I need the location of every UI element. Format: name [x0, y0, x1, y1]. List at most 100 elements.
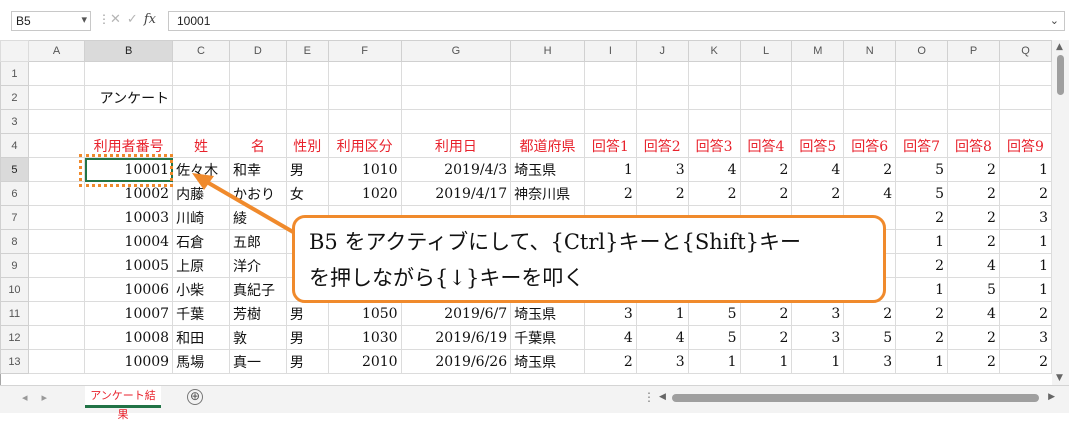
- cell[interactable]: 1020: [327, 181, 402, 206]
- cell[interactable]: 2: [947, 157, 1000, 182]
- cell[interactable]: [895, 61, 949, 86]
- column-header[interactable]: K: [687, 40, 741, 62]
- cell[interactable]: 神奈川県: [510, 181, 585, 206]
- cell[interactable]: [27, 133, 86, 158]
- cell[interactable]: 1: [583, 157, 637, 182]
- row-header[interactable]: 1: [0, 61, 29, 86]
- cell[interactable]: [843, 61, 897, 86]
- cell[interactable]: [84, 109, 174, 134]
- cell[interactable]: 回答1: [583, 133, 637, 158]
- cell[interactable]: [285, 85, 329, 110]
- cell[interactable]: [687, 85, 741, 110]
- cell[interactable]: [27, 253, 86, 278]
- column-header[interactable]: C: [172, 40, 230, 62]
- cell[interactable]: 回答3: [687, 133, 741, 158]
- cell[interactable]: 4: [947, 301, 1000, 326]
- row-header[interactable]: 5: [0, 157, 29, 182]
- cell[interactable]: [635, 109, 689, 134]
- cell[interactable]: [791, 61, 845, 86]
- cell[interactable]: 和幸: [228, 157, 287, 182]
- cell[interactable]: 千葉: [172, 301, 230, 326]
- horizontal-scroll-thumb[interactable]: [672, 394, 1039, 402]
- cell[interactable]: 2: [791, 181, 845, 206]
- cell[interactable]: [687, 109, 741, 134]
- cell[interactable]: [285, 61, 329, 86]
- cell[interactable]: 1: [895, 349, 949, 374]
- cell[interactable]: [947, 85, 1000, 110]
- cell[interactable]: 2: [739, 157, 793, 182]
- cell[interactable]: 2: [998, 301, 1052, 326]
- cell[interactable]: [27, 301, 86, 326]
- row-header[interactable]: 12: [0, 325, 29, 350]
- cell[interactable]: 回答9: [998, 133, 1052, 158]
- cell[interactable]: 2: [895, 325, 949, 350]
- cell[interactable]: [27, 157, 86, 182]
- row-header[interactable]: 8: [0, 229, 29, 254]
- cell[interactable]: かおり: [228, 181, 287, 206]
- cell[interactable]: 和田: [172, 325, 230, 350]
- scroll-left-icon[interactable]: ◀: [659, 392, 666, 402]
- cell[interactable]: 4: [947, 253, 1000, 278]
- sheet-tab-active[interactable]: アンケート結果: [85, 386, 161, 421]
- row-header[interactable]: 10: [0, 277, 29, 302]
- cell[interactable]: 4: [583, 325, 637, 350]
- tab-split-handle-icon[interactable]: ⋮: [643, 390, 655, 404]
- cell[interactable]: 内藤: [172, 181, 230, 206]
- cell[interactable]: [27, 349, 86, 374]
- cell[interactable]: アンケート: [84, 85, 174, 110]
- cell[interactable]: 10005: [84, 253, 174, 278]
- row-header[interactable]: 2: [0, 85, 29, 110]
- scroll-down-icon[interactable]: ▼: [1056, 373, 1063, 383]
- cell[interactable]: 3: [791, 301, 845, 326]
- cell[interactable]: 2: [583, 349, 637, 374]
- cell[interactable]: 10007: [84, 301, 174, 326]
- cell[interactable]: 2019/6/7: [400, 301, 512, 326]
- cell[interactable]: 綾: [228, 205, 287, 230]
- cell[interactable]: [27, 277, 86, 302]
- cell[interactable]: [327, 109, 402, 134]
- cell[interactable]: 2: [998, 349, 1052, 374]
- column-header[interactable]: M: [791, 40, 845, 62]
- cell[interactable]: 1030: [327, 325, 402, 350]
- cell[interactable]: 2: [947, 349, 1000, 374]
- cell[interactable]: 埼玉県: [510, 301, 585, 326]
- column-header[interactable]: N: [843, 40, 897, 62]
- cell[interactable]: 1: [895, 277, 949, 302]
- cell[interactable]: 2: [895, 205, 949, 230]
- column-header[interactable]: J: [635, 40, 689, 62]
- cell[interactable]: 回答6: [843, 133, 897, 158]
- cell[interactable]: 真紀子: [228, 277, 287, 302]
- vertical-scrollbar[interactable]: ▲ ▼: [1052, 40, 1069, 385]
- cell[interactable]: 1: [998, 229, 1052, 254]
- cell[interactable]: 1050: [327, 301, 402, 326]
- cell[interactable]: 佐々木: [172, 157, 230, 182]
- cell[interactable]: 回答8: [947, 133, 1000, 158]
- row-header[interactable]: 11: [0, 301, 29, 326]
- cell[interactable]: 3: [843, 349, 897, 374]
- column-header[interactable]: Q: [998, 40, 1052, 62]
- cell[interactable]: [739, 61, 793, 86]
- cell[interactable]: 性別: [285, 133, 329, 158]
- column-header[interactable]: A: [27, 40, 86, 62]
- cell[interactable]: 回答5: [791, 133, 845, 158]
- cell[interactable]: [583, 61, 637, 86]
- cell[interactable]: 男: [285, 301, 329, 326]
- cell[interactable]: [739, 109, 793, 134]
- cell[interactable]: 2: [843, 301, 897, 326]
- cancel-icon[interactable]: ✕: [110, 12, 127, 27]
- cell[interactable]: 3: [998, 205, 1052, 230]
- cell[interactable]: 2019/4/17: [400, 181, 512, 206]
- cell[interactable]: 2019/4/3: [400, 157, 512, 182]
- cell[interactable]: 5: [687, 325, 741, 350]
- column-header[interactable]: B: [84, 40, 174, 62]
- select-all-corner[interactable]: [0, 40, 29, 62]
- cell[interactable]: 1: [635, 301, 689, 326]
- cell[interactable]: 女: [285, 181, 329, 206]
- cell[interactable]: [228, 61, 287, 86]
- cell[interactable]: 5: [687, 301, 741, 326]
- cell[interactable]: [327, 61, 402, 86]
- cell[interactable]: 男: [285, 325, 329, 350]
- cell[interactable]: 利用日: [400, 133, 512, 158]
- column-header[interactable]: D: [228, 40, 287, 62]
- cell[interactable]: [583, 109, 637, 134]
